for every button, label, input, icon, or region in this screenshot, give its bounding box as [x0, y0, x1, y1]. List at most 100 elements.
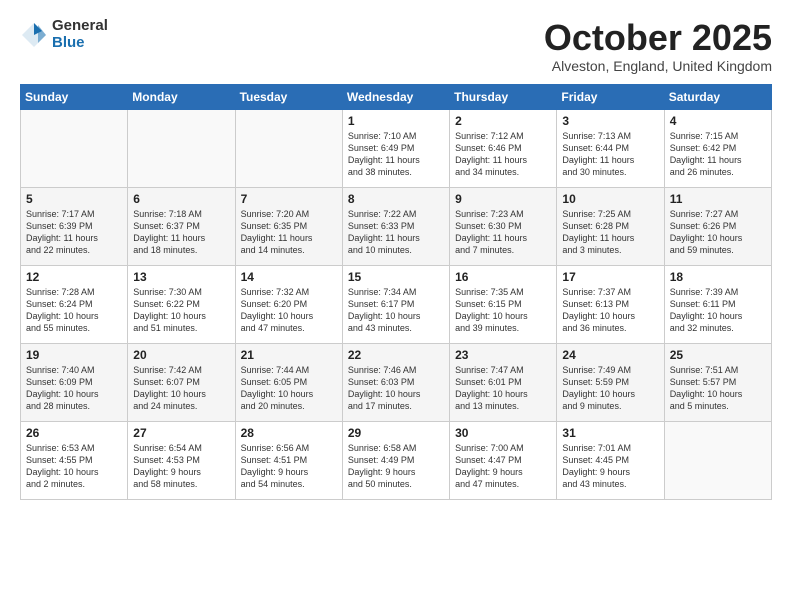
- cell-info: Sunrise: 7:44 AM Sunset: 6:05 PM Dayligh…: [241, 364, 337, 413]
- col-saturday: Saturday: [664, 84, 771, 109]
- cell-info: Sunrise: 7:49 AM Sunset: 5:59 PM Dayligh…: [562, 364, 658, 413]
- cell-date: 7: [241, 192, 337, 206]
- table-row: 26 Sunrise: 6:53 AM Sunset: 4:55 PM Dayli…: [21, 421, 128, 499]
- page: General Blue October 2025 Alveston, Engl…: [0, 0, 792, 612]
- cell-info: Sunrise: 7:28 AM Sunset: 6:24 PM Dayligh…: [26, 286, 122, 335]
- table-row: 31Sunrise: 7:01 AM Sunset: 4:45 PM Dayli…: [557, 421, 664, 499]
- cell-date: 3: [562, 114, 658, 128]
- logo-text: General Blue: [52, 18, 108, 51]
- cell-info: Sunrise: 7:42 AM Sunset: 6:07 PM Dayligh…: [133, 364, 229, 413]
- table-row: 5 Sunrise: 7:17 AM Sunset: 6:39 PM Daylig…: [21, 187, 128, 265]
- cell-info: Sunrise: 6:53 AM Sunset: 4:55 PM Dayligh…: [26, 442, 122, 491]
- table-row: 6Sunrise: 7:18 AM Sunset: 6:37 PM Daylig…: [128, 187, 235, 265]
- cell-date: 1: [348, 114, 444, 128]
- title-block: October 2025 Alveston, England, United K…: [544, 18, 772, 74]
- calendar-row-3: 12 Sunrise: 7:28 AM Sunset: 6:24 PM Dayli…: [21, 265, 772, 343]
- cell-info: Sunrise: 7:27 AM Sunset: 6:26 PM Dayligh…: [670, 208, 766, 257]
- cell-info: Sunrise: 7:18 AM Sunset: 6:37 PM Dayligh…: [133, 208, 229, 257]
- cell-date: 2: [455, 114, 551, 128]
- cell-date: 26: [26, 426, 122, 440]
- cell-info: Sunrise: 7:32 AM Sunset: 6:20 PM Dayligh…: [241, 286, 337, 335]
- logo-icon: [20, 21, 48, 49]
- cell-date: 24: [562, 348, 658, 362]
- cell-date: 18: [670, 270, 766, 284]
- cell-info: Sunrise: 7:25 AM Sunset: 6:28 PM Dayligh…: [562, 208, 658, 257]
- calendar-row-4: 19Sunrise: 7:40 AM Sunset: 6:09 PM Dayli…: [21, 343, 772, 421]
- cell-date: 8: [348, 192, 444, 206]
- cell-date: 22: [348, 348, 444, 362]
- cell-date: 15: [348, 270, 444, 284]
- cell-info: Sunrise: 7:13 AM Sunset: 6:44 PM Dayligh…: [562, 130, 658, 179]
- cell-info: Sunrise: 7:10 AM Sunset: 6:49 PM Dayligh…: [348, 130, 444, 179]
- calendar-row-5: 26 Sunrise: 6:53 AM Sunset: 4:55 PM Dayli…: [21, 421, 772, 499]
- cell-date: 23: [455, 348, 551, 362]
- cell-info: Sunrise: 7:23 AM Sunset: 6:30 PM Dayligh…: [455, 208, 551, 257]
- cell-date: 28: [241, 426, 337, 440]
- cell-info: Sunrise: 6:56 AM Sunset: 4:51 PM Dayligh…: [241, 442, 337, 491]
- cell-info: Sunrise: 7:12 AM Sunset: 6:46 PM Dayligh…: [455, 130, 551, 179]
- table-row: 9 Sunrise: 7:23 AM Sunset: 6:30 PM Daylig…: [450, 187, 557, 265]
- table-row: [235, 109, 342, 187]
- col-sunday: Sunday: [21, 84, 128, 109]
- table-row: 27 Sunrise: 6:54 AM Sunset: 4:53 PM Dayli…: [128, 421, 235, 499]
- table-row: [128, 109, 235, 187]
- table-row: [21, 109, 128, 187]
- cell-date: 30: [455, 426, 551, 440]
- table-row: 18 Sunrise: 7:39 AM Sunset: 6:11 PM Dayli…: [664, 265, 771, 343]
- col-tuesday: Tuesday: [235, 84, 342, 109]
- cell-date: 13: [133, 270, 229, 284]
- cell-date: 16: [455, 270, 551, 284]
- col-thursday: Thursday: [450, 84, 557, 109]
- table-row: 7 Sunrise: 7:20 AM Sunset: 6:35 PM Daylig…: [235, 187, 342, 265]
- cell-date: 21: [241, 348, 337, 362]
- col-wednesday: Wednesday: [342, 84, 449, 109]
- logo-general: General: [52, 18, 108, 35]
- cell-info: Sunrise: 7:40 AM Sunset: 6:09 PM Dayligh…: [26, 364, 122, 413]
- cell-info: Sunrise: 7:30 AM Sunset: 6:22 PM Dayligh…: [133, 286, 229, 335]
- cell-date: 5: [26, 192, 122, 206]
- cell-info: Sunrise: 7:39 AM Sunset: 6:11 PM Dayligh…: [670, 286, 766, 335]
- table-row: 15 Sunrise: 7:34 AM Sunset: 6:17 PM Dayli…: [342, 265, 449, 343]
- logo: General Blue: [20, 18, 108, 51]
- table-row: 25Sunrise: 7:51 AM Sunset: 5:57 PM Dayli…: [664, 343, 771, 421]
- cell-date: 4: [670, 114, 766, 128]
- table-row: 30Sunrise: 7:00 AM Sunset: 4:47 PM Dayli…: [450, 421, 557, 499]
- table-row: 1 Sunrise: 7:10 AM Sunset: 6:49 PM Daylig…: [342, 109, 449, 187]
- col-friday: Friday: [557, 84, 664, 109]
- cell-info: Sunrise: 7:34 AM Sunset: 6:17 PM Dayligh…: [348, 286, 444, 335]
- header-row: Sunday Monday Tuesday Wednesday Thursday…: [21, 84, 772, 109]
- table-row: 29Sunrise: 6:58 AM Sunset: 4:49 PM Dayli…: [342, 421, 449, 499]
- cell-info: Sunrise: 7:22 AM Sunset: 6:33 PM Dayligh…: [348, 208, 444, 257]
- table-row: 16Sunrise: 7:35 AM Sunset: 6:15 PM Dayli…: [450, 265, 557, 343]
- cell-info: Sunrise: 7:17 AM Sunset: 6:39 PM Dayligh…: [26, 208, 122, 257]
- calendar-row-1: 1 Sunrise: 7:10 AM Sunset: 6:49 PM Daylig…: [21, 109, 772, 187]
- table-row: 20Sunrise: 7:42 AM Sunset: 6:07 PM Dayli…: [128, 343, 235, 421]
- header: General Blue October 2025 Alveston, Engl…: [20, 18, 772, 74]
- table-row: 4Sunrise: 7:15 AM Sunset: 6:42 PM Daylig…: [664, 109, 771, 187]
- table-row: 8 Sunrise: 7:22 AM Sunset: 6:33 PM Daylig…: [342, 187, 449, 265]
- table-row: 22 Sunrise: 7:46 AM Sunset: 6:03 PM Dayli…: [342, 343, 449, 421]
- cell-date: 10: [562, 192, 658, 206]
- table-row: 24 Sunrise: 7:49 AM Sunset: 5:59 PM Dayli…: [557, 343, 664, 421]
- cell-date: 9: [455, 192, 551, 206]
- cell-info: Sunrise: 7:46 AM Sunset: 6:03 PM Dayligh…: [348, 364, 444, 413]
- cell-date: 29: [348, 426, 444, 440]
- col-monday: Monday: [128, 84, 235, 109]
- location: Alveston, England, United Kingdom: [544, 58, 772, 74]
- table-row: 17 Sunrise: 7:37 AM Sunset: 6:13 PM Dayli…: [557, 265, 664, 343]
- table-row: [664, 421, 771, 499]
- table-row: 2 Sunrise: 7:12 AM Sunset: 6:46 PM Daylig…: [450, 109, 557, 187]
- cell-date: 17: [562, 270, 658, 284]
- cell-info: Sunrise: 7:37 AM Sunset: 6:13 PM Dayligh…: [562, 286, 658, 335]
- cell-date: 12: [26, 270, 122, 284]
- cell-date: 14: [241, 270, 337, 284]
- table-row: 12 Sunrise: 7:28 AM Sunset: 6:24 PM Dayli…: [21, 265, 128, 343]
- cell-info: Sunrise: 6:54 AM Sunset: 4:53 PM Dayligh…: [133, 442, 229, 491]
- cell-date: 25: [670, 348, 766, 362]
- table-row: 19Sunrise: 7:40 AM Sunset: 6:09 PM Dayli…: [21, 343, 128, 421]
- cell-date: 11: [670, 192, 766, 206]
- cell-date: 27: [133, 426, 229, 440]
- calendar: Sunday Monday Tuesday Wednesday Thursday…: [20, 84, 772, 500]
- cell-date: 31: [562, 426, 658, 440]
- cell-info: Sunrise: 7:20 AM Sunset: 6:35 PM Dayligh…: [241, 208, 337, 257]
